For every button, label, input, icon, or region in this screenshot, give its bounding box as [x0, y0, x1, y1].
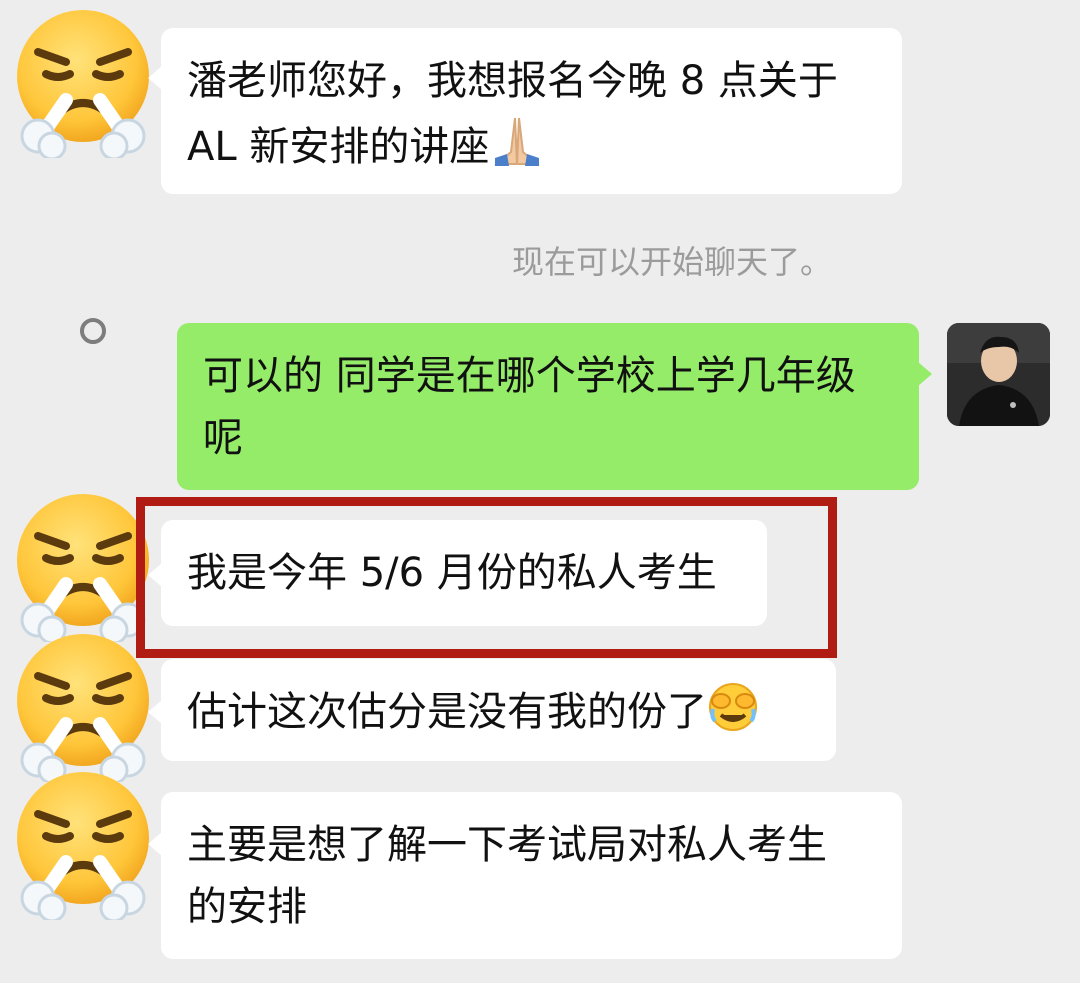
message-text-4: 估计这次估分是没有我的份了 — [187, 689, 707, 735]
face-with-steam-from-nose-icon[interactable] — [8, 8, 158, 158]
face-with-steam-from-nose-icon[interactable] — [8, 770, 158, 920]
face-with-tears-covering-eyes-icon — [707, 681, 759, 751]
message-bubble-1[interactable]: 潘老师您好，我想报名今晚 8 点关于 AL 新安排的讲座 — [161, 28, 902, 194]
system-message: 现在可以开始聊天了。 — [512, 243, 833, 281]
message-text-2: 可以的 同学是在哪个学校上学几年级 呢 — [203, 353, 856, 461]
bubble-tail — [148, 66, 162, 90]
message-text-5: 主要是想了解一下考试局对私人考生 的安排 — [187, 822, 827, 930]
message-bubble-4[interactable]: 估计这次估分是没有我的份了 — [161, 659, 836, 761]
message-bubble-5[interactable]: 主要是想了解一下考试局对私人考生 的安排 — [161, 792, 902, 959]
sender-photo-avatar[interactable] — [947, 323, 1050, 426]
face-with-steam-from-nose-icon[interactable] — [8, 632, 158, 782]
bubble-tail — [148, 700, 162, 724]
bubble-tail — [148, 832, 162, 856]
message-bubble-2[interactable]: 可以的 同学是在哪个学校上学几年级 呢 — [177, 323, 919, 490]
bubble-tail — [918, 362, 932, 386]
highlight-box — [136, 497, 837, 658]
folded-hands-emoji-icon — [489, 112, 545, 186]
status-circle-icon — [80, 318, 106, 344]
